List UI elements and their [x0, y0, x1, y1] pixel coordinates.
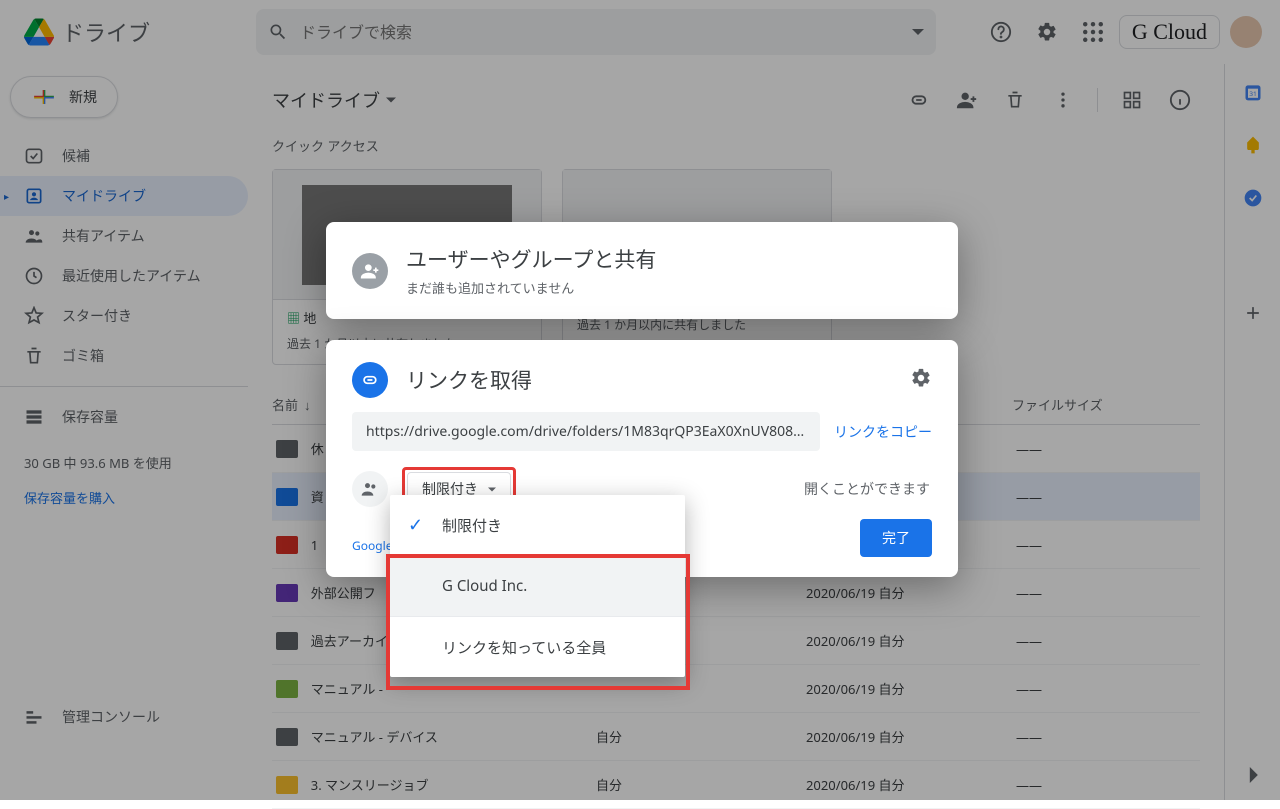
- share-people-modal: ユーザーやグループと共有 まだ誰も追加されていません: [326, 222, 958, 319]
- done-button[interactable]: 完了: [860, 519, 932, 557]
- link-icon: [352, 362, 388, 398]
- menu-restricted[interactable]: ✓制限付き: [390, 495, 685, 555]
- menu-org[interactable]: G Cloud Inc.: [390, 556, 685, 616]
- share-url[interactable]: https://drive.google.com/drive/folders/1…: [352, 412, 820, 451]
- menu-anyone[interactable]: リンクを知っている全員: [390, 617, 685, 677]
- access-hint: 開くことができます: [804, 479, 930, 499]
- link-settings-icon[interactable]: [910, 367, 932, 394]
- chevron-down-icon: [488, 487, 496, 492]
- restricted-icon: [352, 471, 388, 507]
- share-modal-title: ユーザーやグループと共有: [406, 244, 656, 274]
- copy-link-button[interactable]: リンクをコピー: [834, 422, 932, 442]
- people-icon: [352, 253, 388, 289]
- check-icon: ✓: [408, 513, 423, 537]
- link-modal-title: リンクを取得: [406, 365, 532, 395]
- share-modal-subtitle: まだ誰も追加されていません: [406, 278, 656, 297]
- access-scope-menu: ✓制限付き G Cloud Inc. リンクを知っている全員: [390, 495, 685, 677]
